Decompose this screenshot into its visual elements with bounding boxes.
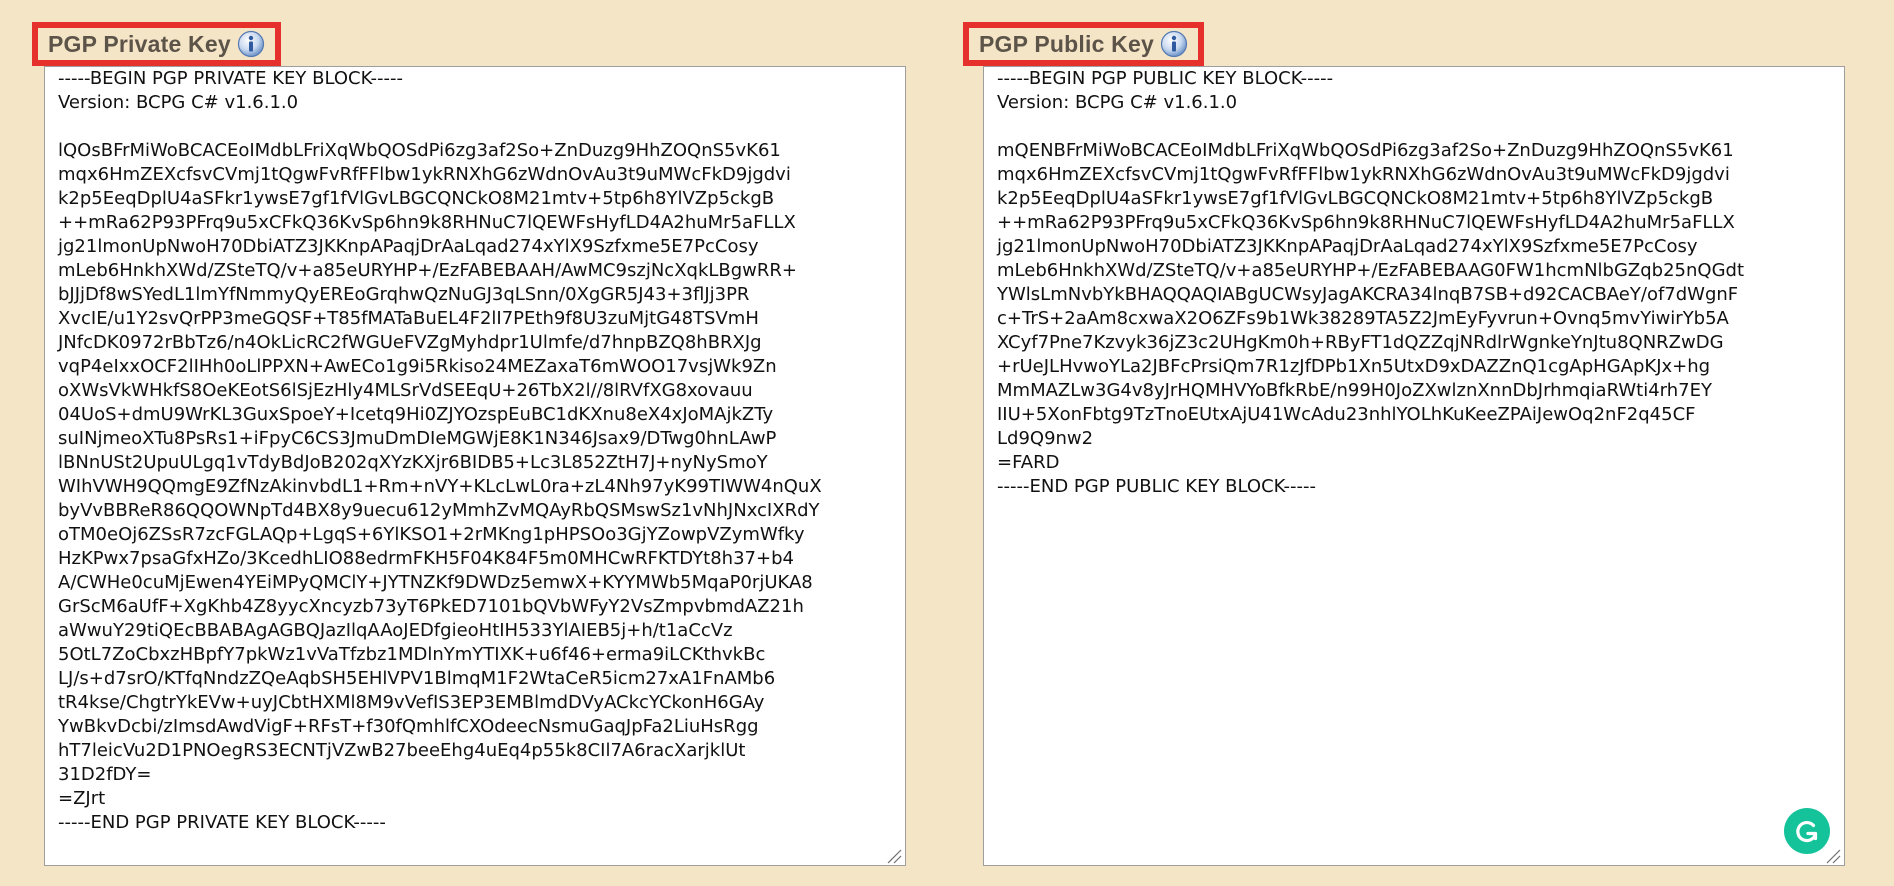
info-icon[interactable] xyxy=(1160,30,1188,58)
grammarly-icon[interactable] xyxy=(1784,808,1830,854)
public-key-label: PGP Public Key xyxy=(963,22,1204,66)
public-key-textarea[interactable]: -----BEGIN PGP PUBLIC KEY BLOCK----- Ver… xyxy=(983,66,1845,866)
public-key-panel: PGP Public Key -----BEGIN PGP PUBLIC KEY… xyxy=(963,22,1845,866)
private-key-label: PGP Private Key xyxy=(32,22,281,66)
private-key-textarea[interactable]: -----BEGIN PGP PRIVATE KEY BLOCK----- Ve… xyxy=(44,66,906,866)
public-key-label-text: PGP Public Key xyxy=(979,30,1154,57)
private-key-panel: PGP Private Key -----BEGIN PGP PRIVATE K… xyxy=(32,22,906,866)
resize-grip-icon[interactable] xyxy=(886,848,902,864)
private-key-label-text: PGP Private Key xyxy=(48,30,231,57)
info-icon[interactable] xyxy=(237,30,265,58)
resize-grip-icon[interactable] xyxy=(1825,848,1841,864)
